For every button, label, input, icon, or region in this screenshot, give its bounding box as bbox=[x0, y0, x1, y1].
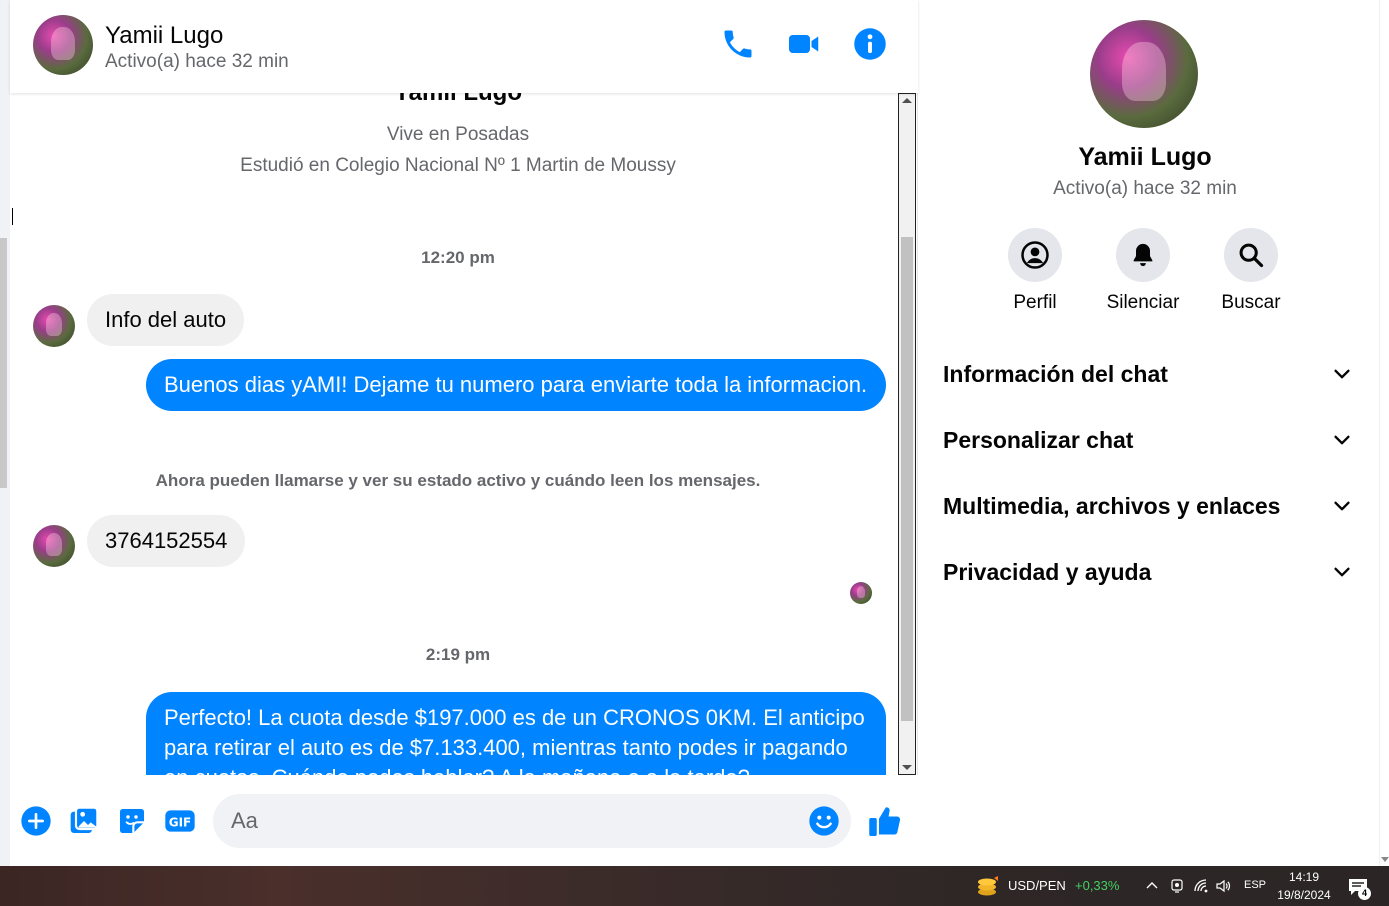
chat-column: Yamii Lugo Activo(a) hace 32 min Yamii L… bbox=[0, 0, 918, 866]
language-indicator[interactable]: ESP bbox=[1244, 879, 1266, 891]
chevron-up-icon[interactable] bbox=[1144, 878, 1160, 894]
section-media-files-links[interactable]: Multimedia, archivos y enlaces bbox=[943, 486, 1353, 526]
sender-avatar[interactable] bbox=[33, 525, 75, 567]
profile-icon bbox=[1021, 241, 1049, 269]
text-cursor bbox=[12, 208, 13, 225]
section-chat-info[interactable]: Información del chat bbox=[943, 354, 1353, 394]
search-icon bbox=[1239, 243, 1264, 268]
sticker-icon[interactable] bbox=[116, 805, 148, 837]
outgoing-message[interactable]: Perfecto! La cuota desde $197.000 es de … bbox=[146, 692, 886, 775]
info-icon[interactable] bbox=[852, 26, 888, 62]
message-list[interactable]: Yamii Lugo Vive en Posadas Estudió en Co… bbox=[10, 93, 906, 775]
search-button[interactable]: Buscar bbox=[1197, 228, 1305, 314]
contact-status: Activo(a) hace 32 min bbox=[105, 51, 289, 72]
outgoing-message[interactable]: Buenos dias yAMI! Dejame tu numero para … bbox=[146, 359, 886, 411]
mute-button[interactable]: Silenciar bbox=[1089, 228, 1197, 314]
mute-button-label: Silenciar bbox=[1106, 292, 1180, 313]
meet-now-icon[interactable] bbox=[1169, 878, 1185, 894]
read-receipt-avatar bbox=[850, 582, 872, 604]
scroll-thumb[interactable] bbox=[901, 237, 913, 721]
system-notice: Ahora pueden llamarse y ver su estado ac… bbox=[155, 471, 761, 490]
profile-button-circle[interactable] bbox=[1008, 228, 1062, 282]
section-privacy-help[interactable]: Privacidad y ayuda bbox=[943, 552, 1353, 592]
bell-icon bbox=[1133, 243, 1153, 267]
currency-change[interactable]: +0,33% bbox=[1075, 878, 1119, 893]
windows-taskbar: USD/PEN +0,33% ESP 14:19 19/8/2024 4 bbox=[0, 866, 1389, 906]
intro-studied-at: Estudió en Colegio Nacional Nº 1 Martin … bbox=[240, 155, 676, 176]
mute-button-circle[interactable] bbox=[1116, 228, 1170, 282]
messenger-window: Yamii Lugo Activo(a) hace 32 min Yamii L… bbox=[0, 0, 1389, 906]
section-title: Privacidad y ayuda bbox=[943, 558, 1152, 585]
panel-scrollbar[interactable] bbox=[1379, 0, 1389, 866]
contact-name[interactable]: Yamii Lugo bbox=[105, 22, 223, 50]
timestamp-separator: 2:19 pm bbox=[425, 645, 491, 664]
message-input[interactable] bbox=[213, 794, 851, 848]
chat-header: Yamii Lugo Activo(a) hace 32 min bbox=[10, 0, 918, 93]
chevron-down-icon[interactable] bbox=[1331, 495, 1353, 517]
scroll-down-arrow-icon[interactable] bbox=[902, 765, 912, 770]
message-scrollbar[interactable] bbox=[898, 93, 916, 775]
section-customize-chat[interactable]: Personalizar chat bbox=[943, 420, 1353, 460]
image-icon[interactable] bbox=[68, 805, 100, 837]
panel-contact-name: Yamii Lugo bbox=[1078, 143, 1212, 171]
left-scroll-edge[interactable] bbox=[0, 0, 10, 866]
scroll-up-arrow-icon[interactable] bbox=[902, 98, 912, 103]
chevron-down-icon[interactable] bbox=[1331, 561, 1353, 583]
section-title: Multimedia, archivos y enlaces bbox=[943, 492, 1281, 519]
panel-contact-status: Activo(a) hace 32 min bbox=[1053, 178, 1237, 199]
profile-button-label: Perfil bbox=[1013, 292, 1057, 313]
scroll-down-arrow-icon[interactable] bbox=[1381, 857, 1389, 862]
currency-coins-icon[interactable] bbox=[974, 874, 1000, 898]
section-title: Personalizar chat bbox=[943, 426, 1134, 453]
chevron-down-icon[interactable] bbox=[1331, 429, 1353, 451]
intro-lives-in: Vive en Posadas bbox=[386, 124, 530, 145]
phone-icon[interactable] bbox=[720, 26, 756, 62]
contact-avatar[interactable] bbox=[33, 15, 93, 75]
incoming-message[interactable]: 3764152554 bbox=[87, 515, 246, 567]
currency-pair[interactable]: USD/PEN bbox=[1008, 878, 1066, 893]
gif-icon[interactable]: GIF bbox=[164, 805, 196, 837]
search-button-circle[interactable] bbox=[1224, 228, 1278, 282]
profile-button[interactable]: Perfil bbox=[981, 228, 1089, 314]
left-scroll-thumb[interactable] bbox=[0, 238, 7, 488]
timestamp-separator: 12:20 pm bbox=[421, 248, 495, 267]
clock-date[interactable]: 19/8/2024 bbox=[1272, 888, 1336, 902]
message-composer: GIF bbox=[10, 775, 918, 866]
svg-text:GIF: GIF bbox=[169, 816, 192, 830]
chevron-down-icon[interactable] bbox=[1331, 363, 1353, 385]
section-title: Información del chat bbox=[943, 360, 1168, 387]
panel-avatar[interactable] bbox=[1090, 20, 1198, 128]
conversation-info-panel: Yamii Lugo Activo(a) hace 32 min Perfil … bbox=[919, 0, 1379, 866]
incoming-message[interactable]: Info del auto bbox=[87, 294, 245, 346]
clock-time[interactable]: 14:19 bbox=[1278, 870, 1330, 884]
sender-avatar[interactable] bbox=[33, 305, 75, 347]
wifi-icon[interactable] bbox=[1193, 878, 1209, 894]
plus-icon[interactable] bbox=[20, 805, 52, 837]
like-icon[interactable] bbox=[867, 803, 903, 839]
volume-icon[interactable] bbox=[1215, 878, 1231, 894]
notification-count-badge: 4 bbox=[1358, 887, 1371, 900]
intro-name: Yamii Lugo bbox=[10, 93, 906, 107]
search-button-label: Buscar bbox=[1221, 292, 1281, 313]
video-icon[interactable] bbox=[786, 26, 822, 62]
emoji-icon[interactable] bbox=[808, 805, 840, 837]
